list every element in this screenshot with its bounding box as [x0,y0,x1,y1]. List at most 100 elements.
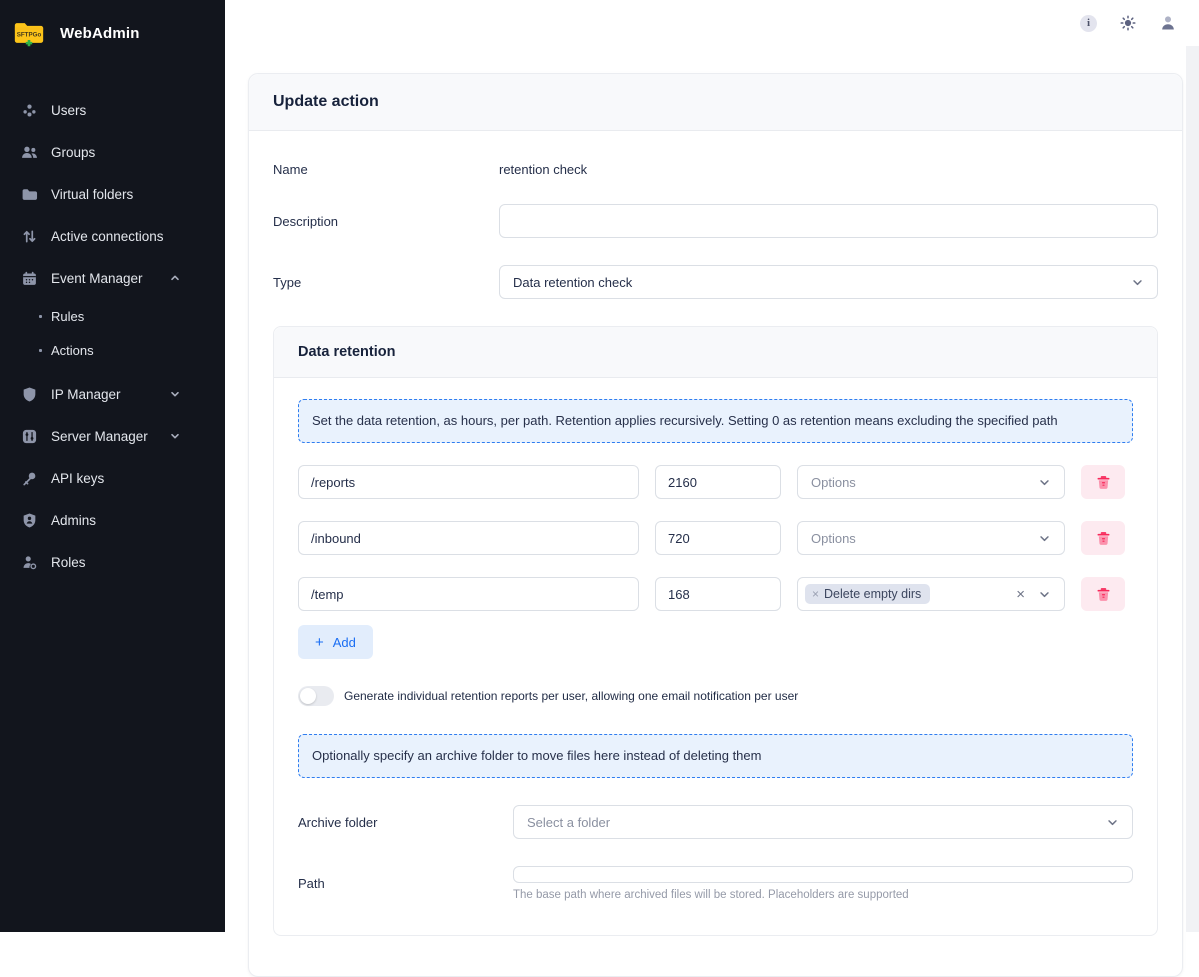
sidebar-item-label: Actions [51,343,94,358]
chevron-down-icon [169,430,181,442]
svg-text:SFTPGo: SFTPGo [17,31,42,38]
reports-toggle-label: Generate individual retention reports pe… [344,689,798,703]
card-body: Name retention check Description Type Da… [249,131,1182,976]
sidebar-item-label: Server Manager [51,429,148,444]
name-row: Name retention check [273,162,1158,177]
update-action-card: Update action Name retention check Descr… [248,73,1183,977]
admin-shield-icon [21,512,38,529]
trash-icon [1096,587,1111,602]
type-row: Type Data retention check [273,265,1158,299]
users-icon [21,102,38,119]
add-row-button[interactable]: + Add [298,625,373,659]
sidebar-item-roles[interactable]: Roles [0,541,225,583]
delete-row-button[interactable] [1081,521,1125,555]
sidebar-item-label: Event Manager [51,271,143,286]
sidebar-item-label: Rules [51,309,84,324]
sidebar-item-event-manager[interactable]: Event Manager [0,257,225,299]
app-title: WebAdmin [60,25,140,42]
retention-options-select[interactable]: × Delete empty dirs × [797,577,1065,611]
options-placeholder: Options [811,531,856,546]
roles-icon [21,554,38,571]
archive-info-box: Optionally specify an archive folder to … [298,734,1133,778]
description-input[interactable] [499,204,1158,238]
archive-path-input[interactable] [513,866,1133,883]
scrollbar[interactable] [1186,46,1199,932]
sidebar-item-label: IP Manager [51,387,121,402]
key-icon [21,470,38,487]
retention-hours-input[interactable] [655,521,781,555]
reports-toggle[interactable] [298,686,334,706]
add-button-label: Add [333,635,356,650]
sidebar-item-actions[interactable]: Actions [0,333,225,367]
chevron-down-icon [1131,276,1144,289]
archive-path-label: Path [298,876,513,891]
sidebar-item-label: Users [51,103,86,118]
description-label: Description [273,214,499,229]
retention-row: Options [298,521,1133,555]
sidebar-item-server-manager[interactable]: Server Manager [0,415,225,457]
sidebar-item-label: Groups [51,145,95,160]
calendar-icon [21,270,38,287]
archive-path-help: The base path where archived files will … [513,889,1133,901]
retention-path-input[interactable] [298,521,639,555]
sidebar-item-rules[interactable]: Rules [0,299,225,333]
chevron-down-icon [169,388,181,400]
info-icon[interactable]: i [1080,15,1097,32]
name-label: Name [273,162,499,177]
sidebar-item-users[interactable]: Users [0,89,225,131]
sidebar-item-active-connections[interactable]: Active connections [0,215,225,257]
type-select-value: Data retention check [513,275,632,290]
reports-toggle-row: Generate individual retention reports pe… [298,686,1133,706]
retention-row: Options [298,465,1133,499]
brand[interactable]: SFTPGo WebAdmin [0,10,225,54]
connections-icon [21,228,38,245]
name-value: retention check [499,162,587,177]
sftpgo-logo-icon: SFTPGo [12,17,46,49]
sidebar-item-label: Roles [51,555,86,570]
trash-icon [1096,531,1111,546]
trash-icon [1096,475,1111,490]
event-manager-submenu: Rules Actions [0,299,225,367]
retention-row: × Delete empty dirs × [298,577,1133,611]
sliders-icon [21,428,38,445]
chevron-down-icon [1038,588,1051,601]
retention-options-select[interactable]: Options [797,465,1065,499]
archive-path-row: Path The base path where archived files … [298,866,1133,901]
data-retention-header: Data retention [274,327,1157,378]
sidebar-item-label: API keys [51,471,104,486]
page-title: Update action [273,93,1158,111]
sidebar-item-ip-manager[interactable]: IP Manager [0,373,225,415]
bullet-icon [39,315,42,318]
main-area: i Update action Name retention check D [225,0,1199,932]
sidebar-item-groups[interactable]: Groups [0,131,225,173]
sidebar-item-admins[interactable]: Admins [0,499,225,541]
selected-option-tag: × Delete empty dirs [805,584,930,604]
description-row: Description [273,204,1158,238]
type-select[interactable]: Data retention check [499,265,1158,299]
archive-folder-select[interactable]: Select a folder [513,805,1133,839]
retention-hours-input[interactable] [655,465,781,499]
sidebar-item-virtual-folders[interactable]: Virtual folders [0,173,225,215]
sidebar-item-api-keys[interactable]: API keys [0,457,225,499]
folder-icon [21,186,38,203]
sidebar-item-label: Virtual folders [51,187,133,202]
retention-options-select[interactable]: Options [797,521,1065,555]
user-icon[interactable] [1159,14,1177,32]
chevron-up-icon [169,272,181,284]
sidebar-menu: Users Groups Virtual folders Active conn… [0,89,225,583]
remove-tag-icon[interactable]: × [812,587,819,601]
retention-path-input[interactable] [298,465,639,499]
retention-hours-input[interactable] [655,577,781,611]
topbar: i [225,0,1199,46]
archive-folder-placeholder: Select a folder [527,815,610,830]
theme-icon[interactable] [1119,14,1137,32]
retention-path-input[interactable] [298,577,639,611]
delete-row-button[interactable] [1081,577,1125,611]
clear-select-icon[interactable]: × [1016,587,1025,602]
type-label: Type [273,275,499,290]
shield-icon [21,386,38,403]
sidebar-item-label: Admins [51,513,96,528]
chevron-down-icon [1106,816,1119,829]
delete-row-button[interactable] [1081,465,1125,499]
groups-icon [21,144,38,161]
